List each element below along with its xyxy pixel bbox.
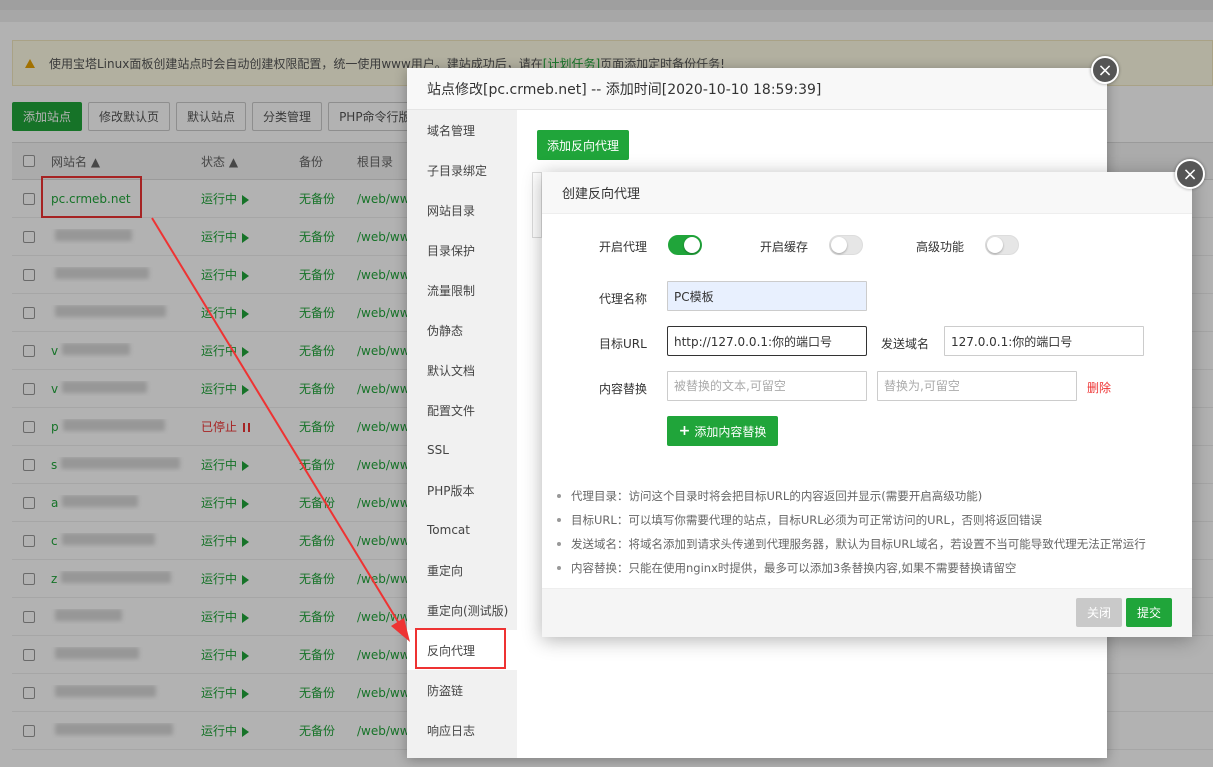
menu-item[interactable]: 域名管理 [407, 110, 517, 150]
site-modal-close-icon[interactable]: × [1091, 56, 1119, 84]
tip-item: 目标URL：可以填写你需要代理的站点，目标URL必须为可正常访问的URL，否则将… [557, 508, 1187, 532]
content-replace-label: 内容替换 [599, 382, 648, 396]
replace-to-input[interactable] [877, 371, 1077, 401]
menu-item[interactable]: 重定向 [407, 550, 517, 590]
enable-proxy-toggle[interactable] [668, 235, 702, 255]
delete-replace-link[interactable]: 删除 [1087, 379, 1111, 396]
menu-item[interactable]: 重定向(测试版) [407, 590, 517, 630]
plus-icon: + [678, 423, 691, 439]
proxy-modal-close-icon[interactable]: × [1175, 159, 1205, 189]
close-button[interactable]: 关闭 [1076, 598, 1123, 627]
advanced-toggle[interactable] [985, 235, 1019, 255]
toggle-knob [684, 237, 700, 253]
toggle-knob [831, 237, 847, 253]
tip-item: 内容替换：只能在使用nginx时提供，最多可以添加3条替换内容,如果不需要替换请… [557, 556, 1187, 580]
proxy-modal-footer: 关闭 提交 [542, 588, 1192, 637]
add-proxy-button[interactable]: 添加反向代理 [537, 130, 630, 160]
menu-item[interactable]: 子目录绑定 [407, 150, 517, 190]
target-url-input[interactable] [667, 326, 867, 356]
menu-item[interactable]: 流量限制 [407, 270, 517, 310]
menu-item[interactable]: SSL [407, 430, 517, 470]
tips-list: 代理目录：访问这个目录时将会把目标URL的内容返回并显示(需要开启高级功能) 目… [557, 484, 1187, 580]
send-domain-input[interactable] [944, 326, 1144, 356]
create-proxy-modal: 创建反向代理 开启代理 开启缓存 高级功能 代理名称 目标URL 发送域名 内容… [542, 172, 1192, 637]
advanced-label: 高级功能 [916, 240, 965, 254]
tip-item: 代理目录：访问这个目录时将会把目标URL的内容返回并显示(需要开启高级功能) [557, 484, 1187, 508]
proxy-table [532, 172, 542, 238]
enable-cache-label: 开启缓存 [760, 240, 809, 254]
proxy-name-input[interactable] [667, 281, 867, 311]
send-domain-label: 发送域名 [881, 337, 930, 351]
site-modal-title: 站点修改[pc.crmeb.net] -- 添加时间[2020-10-10 18… [407, 68, 1107, 110]
menu-item[interactable]: PHP版本 [407, 470, 517, 510]
enable-proxy-label: 开启代理 [599, 240, 648, 254]
menu-item[interactable]: 网站目录 [407, 190, 517, 230]
menu-item[interactable]: 响应日志 [407, 710, 517, 750]
menu-item[interactable]: 防盗链 [407, 670, 517, 710]
menu-item[interactable]: 目录保护 [407, 230, 517, 270]
submit-button[interactable]: 提交 [1126, 598, 1173, 627]
proxy-modal-title: 创建反向代理 [542, 172, 1192, 214]
replace-from-input[interactable] [667, 371, 867, 401]
menu-item[interactable]: 伪静态 [407, 310, 517, 350]
enable-cache-toggle[interactable] [829, 235, 863, 255]
menu-item[interactable]: 默认文档 [407, 350, 517, 390]
add-replace-button[interactable]: + 添加内容替换 [667, 416, 778, 446]
target-url-label: 目标URL [599, 337, 647, 351]
highlight-reverse-proxy [415, 628, 506, 669]
add-replace-label: 添加内容替换 [694, 424, 767, 439]
tip-item: 发送域名：将域名添加到请求头传递到代理服务器，默认为目标URL域名，若设置不当可… [557, 532, 1187, 556]
proxy-name-label: 代理名称 [599, 292, 648, 306]
toggle-knob [987, 237, 1003, 253]
menu-item[interactable]: 配置文件 [407, 390, 517, 430]
menu-item[interactable]: Tomcat [407, 510, 517, 550]
